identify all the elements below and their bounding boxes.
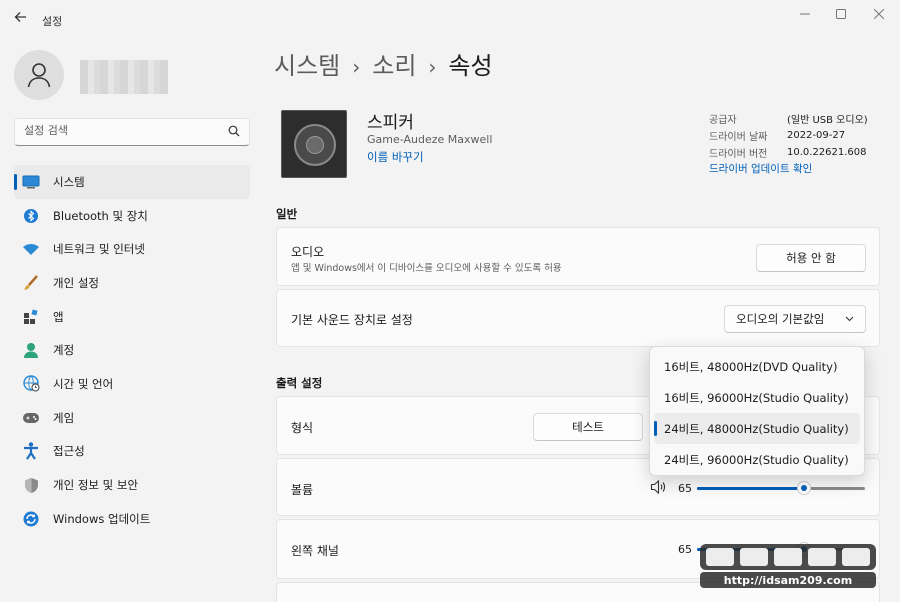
user-icon xyxy=(27,63,51,88)
format-option[interactable]: 16비트, 96000Hz(Studio Quality) xyxy=(654,382,860,413)
sidebar-item-bluetooth[interactable]: Bluetooth 및 장치 xyxy=(14,199,250,233)
profile-name-blurred xyxy=(80,60,168,94)
audio-subtitle: 앱 및 Windows에서 이 디바이스를 오디오에 사용할 수 있도록 허용 xyxy=(291,263,562,274)
search-icon[interactable] xyxy=(228,125,240,140)
driver-update-link[interactable]: 드라이버 업데이트 확인 xyxy=(709,161,812,176)
apps-icon xyxy=(22,308,40,326)
sidebar-item-system[interactable]: 시스템 xyxy=(14,165,250,199)
speaker-volume-icon[interactable] xyxy=(650,479,666,497)
device-name: 스피커 xyxy=(367,113,414,133)
left-channel-value: 65 xyxy=(678,543,692,556)
gamepad-icon xyxy=(22,409,40,427)
chevron-right-icon: › xyxy=(352,55,361,79)
chevron-down-icon xyxy=(845,306,854,332)
section-title-output: 출력 설정 xyxy=(276,376,323,390)
speaker-device-image xyxy=(281,110,347,178)
sidebar-item-time-language[interactable]: 시간 및 언어 xyxy=(14,367,250,401)
search-input[interactable] xyxy=(24,124,214,137)
globe-clock-icon xyxy=(22,375,40,393)
format-dropdown-list: 16비트, 48000Hz(DVD Quality) 16비트, 96000Hz… xyxy=(649,346,865,476)
format-option[interactable]: 24비트, 96000Hz(Studio Quality) xyxy=(654,444,860,475)
maximize-icon[interactable] xyxy=(828,6,854,24)
update-icon xyxy=(22,510,40,528)
bluetooth-icon xyxy=(22,207,40,225)
breadcrumb-system[interactable]: 시스템 xyxy=(274,52,340,80)
system-display-icon xyxy=(22,173,40,191)
title-bar: 설정 xyxy=(0,0,900,40)
format-option[interactable]: 16비트, 48000Hz(DVD Quality) xyxy=(654,351,860,382)
account-icon xyxy=(22,341,40,359)
watermark-logo: http://idsam209.com xyxy=(700,544,876,588)
volume-slider-thumb[interactable] xyxy=(797,481,811,495)
audio-card: 오디오 앱 및 Windows에서 이 디바이스를 오디오에 사용할 수 있도록… xyxy=(276,227,880,286)
sidebar-item-windows-update[interactable]: Windows 업데이트 xyxy=(14,502,250,536)
breadcrumb-properties: 속성 xyxy=(448,52,493,80)
accessibility-icon xyxy=(22,442,40,460)
info-row-driver-date: 드라이버 날짜 2022-09-27 xyxy=(709,130,846,143)
volume-slider-fill xyxy=(697,487,805,490)
chevron-right-icon: › xyxy=(428,55,437,79)
speaker-cone-icon xyxy=(294,124,336,166)
app-title: 설정 xyxy=(42,15,63,28)
minimize-icon[interactable] xyxy=(792,6,818,24)
sidebar-item-accounts[interactable]: 계정 xyxy=(14,333,250,367)
audio-title: 오디오 xyxy=(291,245,325,259)
sidebar-item-apps[interactable]: 앱 xyxy=(14,300,250,334)
brush-icon xyxy=(22,274,40,292)
search-box[interactable] xyxy=(14,118,250,146)
test-button[interactable]: 테스트 xyxy=(533,413,643,441)
dropdown-value: 오디오의 기본값임 xyxy=(736,312,825,326)
breadcrumb-sound[interactable]: 소리 xyxy=(372,52,416,80)
sidebar-nav: 시스템 Bluetooth 및 장치 네트워크 및 인터넷 개인 설정 앱 계정 xyxy=(14,165,250,536)
sidebar-item-network[interactable]: 네트워크 및 인터넷 xyxy=(14,232,250,266)
sidebar-item-privacy[interactable]: 개인 정보 및 보안 xyxy=(14,468,250,502)
watermark-url: http://idsam209.com xyxy=(724,574,852,587)
driver-info-table: 공급자 (일반 USB 오디오) 드라이버 날짜 2022-09-27 드라이버… xyxy=(709,110,868,161)
volume-value: 65 xyxy=(678,482,692,495)
format-option-selected[interactable]: 24비트, 48000Hz(Studio Quality) xyxy=(654,413,860,444)
volume-title: 볼륨 xyxy=(291,483,314,497)
breadcrumb: 시스템 › 소리 › 속성 xyxy=(274,46,493,81)
sidebar-item-personalization[interactable]: 개인 설정 xyxy=(14,266,250,300)
disallow-button[interactable]: 허용 안 함 xyxy=(756,244,866,272)
avatar[interactable] xyxy=(14,50,64,100)
rename-link[interactable]: 이름 바꾸기 xyxy=(367,149,424,165)
default-device-card: 기본 사운드 장치로 설정 오디오의 기본값임 xyxy=(276,289,880,347)
format-title: 형식 xyxy=(291,421,314,435)
wifi-icon xyxy=(22,240,40,258)
shield-icon xyxy=(22,476,40,494)
info-row-provider: 공급자 (일반 USB 오디오) xyxy=(709,115,868,126)
section-title-general: 일반 xyxy=(276,207,298,221)
device-model: Game-Audeze Maxwell xyxy=(367,133,493,146)
default-device-title: 기본 사운드 장치로 설정 xyxy=(291,313,413,327)
sidebar-item-accessibility[interactable]: 접근성 xyxy=(14,435,250,469)
info-row-driver-version: 드라이버 버전 10.0.22621.608 xyxy=(709,147,867,160)
left-channel-title: 왼쪽 채널 xyxy=(291,544,339,558)
back-arrow-icon[interactable] xyxy=(12,10,30,28)
close-icon[interactable] xyxy=(866,6,892,24)
sidebar-item-gaming[interactable]: 게임 xyxy=(14,401,250,435)
default-device-dropdown[interactable]: 오디오의 기본값임 xyxy=(724,305,866,333)
